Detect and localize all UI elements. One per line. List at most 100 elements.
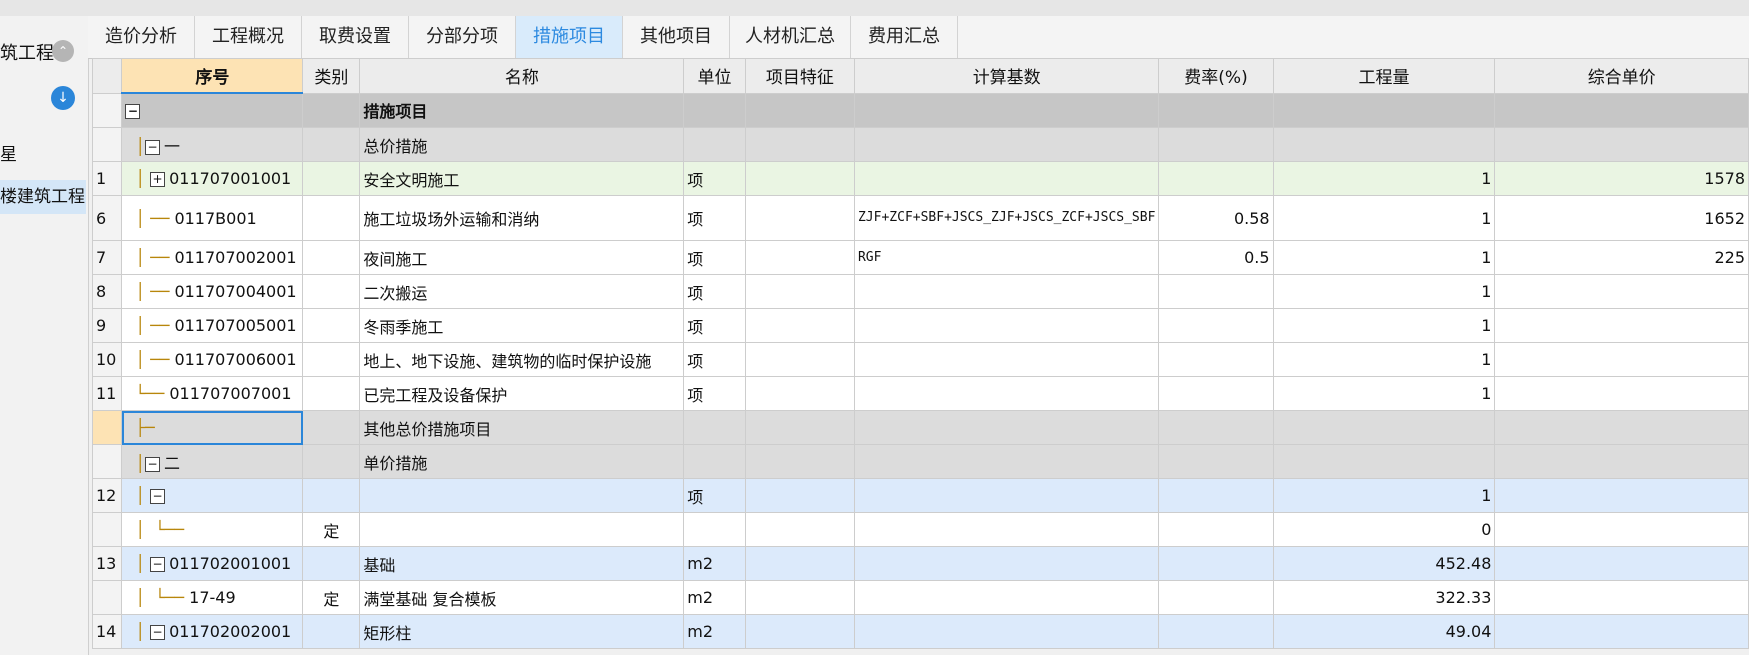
feature-cell[interactable]	[744, 342, 855, 377]
price-cell[interactable]	[1494, 580, 1749, 615]
table-row[interactable]: − 措施项目	[91, 92, 1749, 128]
feature-cell[interactable]	[744, 240, 855, 275]
feature-cell[interactable]	[744, 580, 855, 615]
collapse-tree-icon[interactable]: −	[150, 625, 166, 640]
price-cell[interactable]	[1494, 410, 1749, 445]
col-header-feature[interactable]: 项目特征	[744, 58, 855, 94]
type-cell[interactable]	[302, 614, 361, 649]
feature-cell[interactable]	[744, 92, 855, 128]
collapse-tree-icon[interactable]: −	[150, 489, 166, 504]
type-cell[interactable]	[302, 342, 361, 377]
calc-cell[interactable]	[853, 478, 1160, 513]
rate-cell[interactable]	[1158, 410, 1274, 445]
unit-cell[interactable]: 项	[683, 478, 746, 513]
seq-cell[interactable]: │ − 二	[121, 444, 304, 479]
name-cell[interactable]: 地上、地下设施、建筑物的临时保护设施	[359, 342, 685, 377]
table-row[interactable]: 10 │ ── 011707006001 地上、地下设施、建筑物的临时保护设施 …	[91, 342, 1749, 377]
expand-tree-icon[interactable]: +	[150, 172, 166, 187]
collapse-tree-icon[interactable]: −	[125, 104, 141, 119]
seq-cell[interactable]: │ ── 011707005001	[121, 308, 304, 343]
col-header-calc-base[interactable]: 计算基数	[853, 58, 1160, 94]
seq-cell[interactable]: │ −	[121, 478, 304, 513]
calc-cell[interactable]	[853, 512, 1160, 547]
calc-cell[interactable]	[853, 410, 1160, 445]
calc-cell[interactable]: ZJF+ZCF+SBF+JSCS_ZJF+JSCS_ZCF+JSCS_SBF	[853, 195, 1160, 241]
type-cell[interactable]	[302, 92, 361, 128]
quantity-cell[interactable]	[1272, 410, 1496, 445]
table-row[interactable]: │ └── 定 0	[91, 512, 1749, 547]
col-header-unit-price[interactable]: 综合单价	[1494, 58, 1749, 94]
table-row[interactable]: │ − 一 总价措施	[91, 127, 1749, 162]
feature-cell[interactable]	[744, 614, 855, 649]
quantity-cell[interactable]	[1272, 127, 1496, 162]
rate-cell[interactable]	[1158, 614, 1274, 649]
price-cell[interactable]	[1494, 308, 1749, 343]
table-row[interactable]: 7 │ ── 011707002001 夜间施工 项 RGF 0.5 1 225	[91, 240, 1749, 275]
name-cell[interactable]: 总价措施	[359, 127, 685, 162]
col-header-rate[interactable]: 费率(%)	[1158, 58, 1274, 94]
tab-fee-settings[interactable]: 取费设置	[302, 16, 409, 58]
feature-cell[interactable]	[744, 127, 855, 162]
rate-cell[interactable]	[1158, 512, 1274, 547]
price-cell[interactable]	[1494, 342, 1749, 377]
price-cell[interactable]	[1494, 444, 1749, 479]
quantity-cell[interactable]: 1	[1272, 195, 1496, 241]
unit-cell[interactable]: m2	[683, 614, 746, 649]
tab-fee-summary[interactable]: 费用汇总	[851, 16, 958, 58]
rate-cell[interactable]	[1158, 342, 1274, 377]
price-cell[interactable]: 1652	[1494, 195, 1749, 241]
type-cell[interactable]	[302, 274, 361, 309]
price-cell[interactable]	[1494, 478, 1749, 513]
type-cell[interactable]: 定	[302, 512, 361, 547]
type-cell[interactable]	[302, 195, 361, 241]
tab-cost-analysis[interactable]: 造价分析	[88, 16, 195, 58]
seq-cell[interactable]: │ └──	[121, 512, 304, 547]
type-cell[interactable]	[302, 444, 361, 479]
table-row[interactable]: │ − 二 单价措施	[91, 444, 1749, 479]
calc-cell[interactable]: RGF	[853, 240, 1160, 275]
type-cell[interactable]	[302, 240, 361, 275]
table-row[interactable]: 1 │ +011707001001 安全文明施工 项 1 1578	[91, 161, 1749, 196]
rate-cell[interactable]	[1158, 92, 1274, 128]
quantity-cell[interactable]: 1	[1272, 342, 1496, 377]
rate-cell[interactable]: 0.5	[1158, 240, 1274, 275]
calc-cell[interactable]	[853, 274, 1160, 309]
price-cell[interactable]	[1494, 127, 1749, 162]
quantity-cell[interactable]: 1	[1272, 478, 1496, 513]
rate-cell[interactable]	[1158, 127, 1274, 162]
tab-measure-items[interactable]: 措施项目	[516, 16, 623, 58]
col-header-type[interactable]: 类别	[302, 58, 361, 94]
rate-cell[interactable]	[1158, 274, 1274, 309]
rate-cell[interactable]	[1158, 161, 1274, 196]
price-cell[interactable]	[1494, 512, 1749, 547]
feature-cell[interactable]	[744, 546, 855, 581]
rate-cell[interactable]	[1158, 546, 1274, 581]
unit-cell[interactable]: m2	[683, 546, 746, 581]
type-cell[interactable]	[302, 376, 361, 411]
type-cell[interactable]	[302, 161, 361, 196]
calc-cell[interactable]	[853, 614, 1160, 649]
tab-project-overview[interactable]: 工程概况	[195, 16, 302, 58]
seq-cell[interactable]: │ −011702001001	[121, 546, 304, 581]
seq-cell[interactable]: │ ── 011707004001	[121, 274, 304, 309]
price-cell[interactable]	[1494, 92, 1749, 128]
type-cell[interactable]	[302, 127, 361, 162]
col-header-seq[interactable]: 序号	[121, 58, 304, 94]
quantity-cell[interactable]: 1	[1272, 274, 1496, 309]
unit-cell[interactable]: 项	[683, 308, 746, 343]
price-cell[interactable]: 1578	[1494, 161, 1749, 196]
tab-subdivision-items[interactable]: 分部分项	[409, 16, 516, 58]
name-cell[interactable]: 基础	[359, 546, 685, 581]
name-cell[interactable]: 二次搬运	[359, 274, 685, 309]
type-cell[interactable]	[302, 478, 361, 513]
name-cell[interactable]: 已完工程及设备保护	[359, 376, 685, 411]
name-cell[interactable]: 满堂基础 复合模板	[359, 580, 685, 615]
name-cell[interactable]: 其他总价措施项目	[359, 410, 685, 445]
seq-cell[interactable]: │ −011702002001	[121, 614, 304, 649]
collapse-tree-icon[interactable]: −	[145, 456, 160, 472]
tree-item-selected[interactable]: 楼建筑工程	[0, 180, 86, 214]
table-row[interactable]: ├─ 其他总价措施项目	[91, 410, 1749, 445]
type-cell[interactable]: 定	[302, 580, 361, 615]
table-row[interactable]: 6 │ ── 0117B001 施工垃圾场外运输和消纳 项 ZJF+ZCF+SB…	[91, 195, 1749, 241]
download-icon[interactable]: ↓	[51, 86, 75, 110]
